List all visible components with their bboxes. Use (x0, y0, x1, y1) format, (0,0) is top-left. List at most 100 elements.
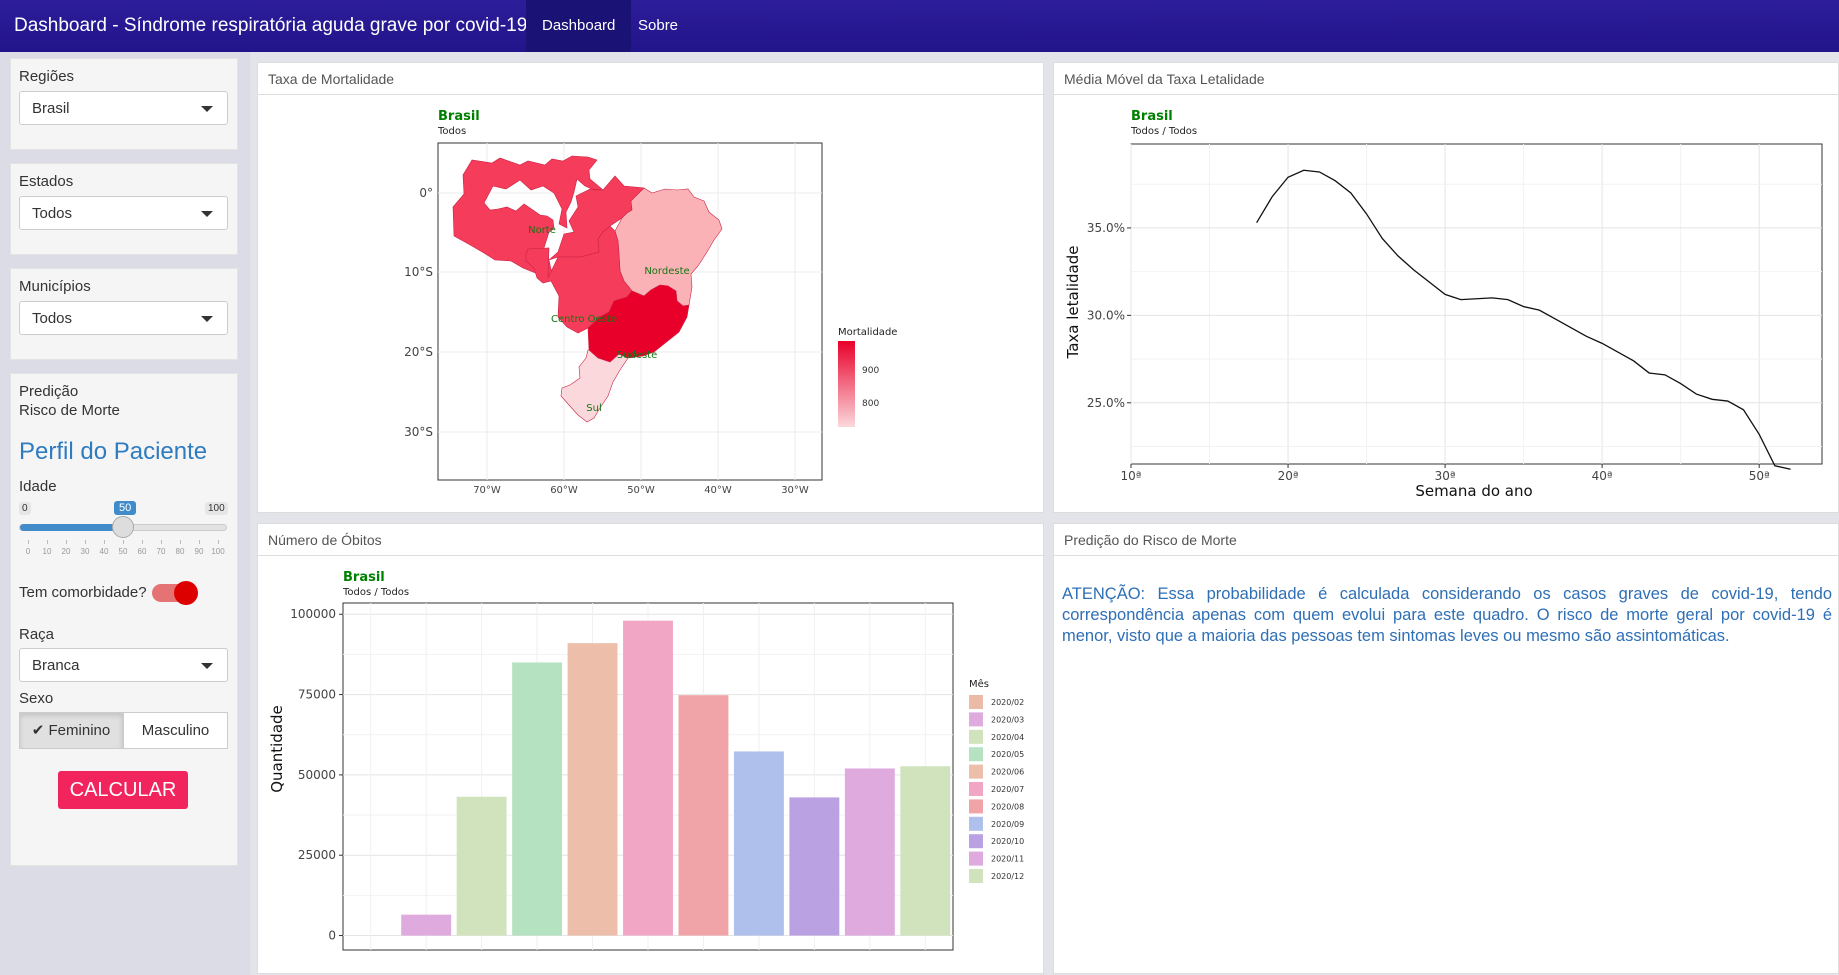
municipios-well: Municípios Todos (10, 268, 238, 360)
legend-label: 2020/03 (991, 715, 1024, 724)
app-title: Dashboard - Síndrome respiratória aguda … (14, 15, 528, 36)
tab-dashboard[interactable]: Dashboard (526, 0, 632, 52)
lat-tick-30s: 30°S (404, 425, 433, 439)
x-tick-label: 10ª (1121, 469, 1142, 483)
predicao-well: Predição Risco de Morte Perfil do Pacien… (10, 373, 238, 866)
x-tick-label: 50ª (1749, 469, 1770, 483)
slider-tick-mark (142, 540, 143, 544)
bar-2020-03 (401, 914, 452, 936)
brazil-map-chart: Brasil Todos Norte Nordeste Centro Oeste… (404, 109, 897, 496)
raca-select[interactable]: Branca (19, 648, 228, 682)
toggle-knob (174, 581, 198, 605)
y-tick-label: 35.0% (1087, 221, 1125, 235)
slider-tick-label: 20 (61, 547, 71, 556)
lat-tick-10s: 10°S (404, 265, 433, 279)
bar-2020-04 (456, 796, 507, 936)
check-icon: ✔ (31, 722, 45, 739)
legend-swatch (969, 695, 983, 709)
legend-label: 2020/06 (991, 768, 1024, 777)
obitos-panel: Número de Óbitos Brasil Todos / Todos Qu… (257, 523, 1044, 974)
sexo-feminino-label: Feminino (48, 722, 111, 739)
municipios-label: Municípios (19, 278, 91, 295)
estados-well: Estados Todos (10, 163, 238, 255)
slider-tick-mark (180, 540, 181, 544)
map-legend-tick-800: 800 (862, 399, 879, 409)
legend-swatch (969, 869, 983, 883)
chevron-down-icon (201, 316, 213, 322)
label-sul: Sul (586, 403, 601, 414)
map-legend-tick-900: 900 (862, 366, 879, 376)
legend-swatch (969, 799, 983, 814)
chevron-down-icon (201, 106, 213, 112)
obitos-bar-chart: Brasil Todos / Todos Quantidade Mês 1000… (268, 570, 1024, 951)
y-tick-label: 100000 (290, 607, 336, 621)
slider-tick-mark (218, 540, 219, 544)
label-norte: Norte (528, 225, 556, 236)
map-legend-colorbar (838, 341, 855, 427)
lon-tick-60w: 60°W (550, 485, 578, 496)
label-sudeste: Sudeste (617, 350, 657, 361)
legend-swatch (969, 729, 983, 744)
y-tick-label: 75000 (298, 688, 336, 702)
map-subtitle: Todos (437, 126, 466, 137)
bar-2020-05 (512, 662, 563, 936)
line-title: Brasil (1131, 109, 1173, 124)
slider-tick-mark (28, 540, 29, 544)
slider-tick-mark (199, 540, 200, 544)
slider-tick-label: 60 (137, 547, 147, 556)
predicao-label: Predição (19, 383, 79, 400)
bar-2020-09 (733, 751, 784, 936)
idade-label: Idade (19, 478, 57, 495)
lat-tick-20s: 20°S (404, 345, 433, 359)
risco-label: Risco de Morte (19, 402, 120, 419)
mortalidade-panel: Taxa de Mortalidade Brasil Todos Norte N… (257, 62, 1044, 513)
y-tick-label: 50000 (298, 768, 336, 782)
legend-label: 2020/10 (991, 837, 1024, 846)
regioes-select[interactable]: Brasil (19, 91, 228, 125)
slider-tick-label: 70 (156, 547, 166, 556)
letalidade-heading: Média Móvel da Taxa Letalidade (1054, 63, 1838, 95)
y-tick-label: 0 (328, 929, 336, 943)
estados-label: Estados (19, 173, 74, 190)
y-tick-label: 25.0% (1087, 396, 1125, 410)
slider-tick-mark (47, 540, 48, 544)
slider-tick-label: 30 (80, 547, 90, 556)
label-centro-oeste: Centro Oeste (551, 314, 617, 325)
lon-tick-30w: 30°W (781, 485, 809, 496)
lon-tick-40w: 40°W (704, 485, 732, 496)
idade-slider-handle[interactable] (112, 516, 134, 538)
letalidade-line-chart: Brasil Todos / Todos Semana do ano Taxa … (1064, 109, 1823, 500)
slider-tick-mark (123, 540, 124, 544)
comorbidade-toggle[interactable] (152, 581, 198, 605)
sexo-label: Sexo (19, 690, 54, 707)
slider-tick-label: 10 (42, 547, 52, 556)
bar-2020-06 (567, 643, 618, 936)
chevron-down-icon (201, 663, 213, 669)
x-tick-label: 20ª (1278, 469, 1299, 483)
legend-label: 2020/02 (991, 698, 1024, 707)
predicao-heading: Predição do Risco de Morte (1054, 524, 1838, 556)
predicao-warning-text: ATENÇÃO: Essa probabilidade é calculada … (1062, 585, 1832, 645)
sexo-masculino-button[interactable]: Masculino (123, 712, 228, 749)
tab-sobre[interactable]: Sobre (622, 0, 694, 52)
slider-tick-label: 100 (211, 547, 225, 556)
bar-ylabel: Quantidade (268, 705, 286, 793)
legend-label: 2020/08 (991, 802, 1024, 811)
municipios-select[interactable]: Todos (19, 301, 228, 335)
legend-label: 2020/09 (991, 820, 1024, 829)
raca-value: Branca (32, 657, 80, 674)
slider-tick-label: 50 (118, 547, 128, 556)
calcular-button[interactable]: CALCULAR (58, 771, 188, 809)
comorbidade-label: Tem comorbidade? (19, 584, 147, 601)
slider-tick-label: 90 (194, 547, 204, 556)
raca-label: Raça (19, 626, 55, 643)
estados-select[interactable]: Todos (19, 196, 228, 230)
bar-subtitle: Todos / Todos (342, 587, 409, 598)
slider-tick-mark (66, 540, 67, 544)
regioes-label: Regiões (19, 68, 75, 85)
map-title: Brasil (438, 109, 480, 124)
bar-legend-title: Mês (969, 678, 989, 690)
bar-2020-07 (623, 620, 673, 936)
sexo-feminino-button[interactable]: ✔ Feminino (19, 712, 123, 749)
idade-max-label: 100 (205, 502, 228, 515)
